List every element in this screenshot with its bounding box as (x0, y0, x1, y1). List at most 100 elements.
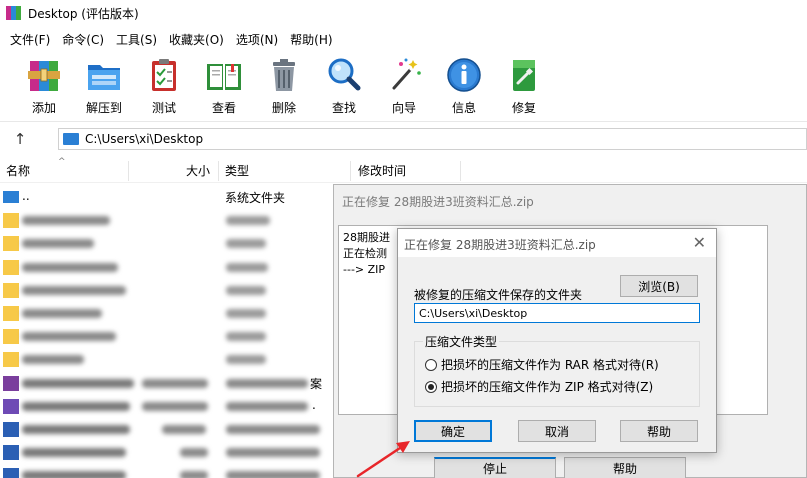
menu-help[interactable]: 帮助(H) (284, 31, 338, 48)
treat-as-rar-option[interactable]: 把损坏的压缩文件作为 RAR 格式对待(R) (425, 356, 659, 373)
repair-options-dialog: 正在修复 28期股进3班资料汇总.zip ✕ 被修复的压缩文件保存的文件夹 浏览… (397, 228, 717, 453)
table-row[interactable] (0, 464, 340, 478)
blurred-file-name (22, 401, 130, 411)
desktop-folder-icon (63, 133, 79, 145)
table-row[interactable]: . (0, 395, 340, 418)
word-file-icon (3, 468, 19, 478)
magnifier-icon (324, 55, 364, 95)
table-row[interactable]: 案 (0, 372, 340, 395)
menu-tools[interactable]: 工具(S) (110, 31, 163, 48)
help-button[interactable]: 帮助 (620, 420, 698, 442)
extract-to-button[interactable]: 解压到 (74, 52, 134, 120)
menu-bar: 文件(F) 命令(C) 工具(S) 收藏夹(O) 选项(N) 帮助(H) (0, 28, 339, 50)
column-modified[interactable]: 修改时间 (358, 162, 406, 179)
wizard-wand-icon (384, 55, 424, 95)
blurred-file-type (226, 401, 308, 411)
table-row[interactable] (0, 348, 340, 371)
table-row[interactable] (0, 325, 340, 348)
column-type[interactable]: 类型 (225, 162, 249, 179)
view-label: 查看 (211, 101, 236, 115)
treat-as-zip-label: 把损坏的压缩文件作为 ZIP 格式对待(Z) (441, 380, 654, 394)
test-button[interactable]: 测试 (134, 52, 194, 120)
document-file-icon (3, 398, 19, 414)
close-icon[interactable]: ✕ (693, 233, 706, 252)
menu-file[interactable]: 文件(F) (4, 31, 56, 48)
blurred-file-type (226, 262, 268, 272)
blurred-file-name (22, 424, 130, 434)
cancel-button[interactable]: 取消 (518, 420, 596, 442)
find-button[interactable]: 查找 (314, 52, 374, 120)
bg-help-button[interactable]: 帮助 (564, 457, 686, 478)
archive-file-icon (3, 375, 19, 391)
table-row[interactable] (0, 279, 340, 302)
ok-button[interactable]: 确定 (414, 420, 492, 442)
menu-commands[interactable]: 命令(C) (56, 31, 110, 48)
blurred-file-name (22, 262, 118, 272)
blurred-file-type (226, 448, 320, 458)
blurred-file-type (226, 355, 266, 365)
blurred-file-name (22, 355, 84, 365)
address-path: C:\Users\xi\Desktop (85, 132, 204, 146)
blurred-file-name (22, 239, 94, 249)
blurred-file-name (22, 332, 116, 342)
blurred-file-size (162, 424, 206, 434)
dialog-titlebar: 正在修复 28期股进3班资料汇总.zip ✕ (398, 229, 716, 257)
word-file-icon (3, 421, 19, 437)
view-button[interactable]: 查看 (194, 52, 254, 120)
add-archive-icon (24, 55, 64, 95)
header-divider[interactable] (128, 161, 129, 181)
blurred-file-type (226, 285, 266, 295)
menu-favorites[interactable]: 收藏夹(O) (163, 31, 230, 48)
stop-button[interactable]: 停止 (434, 457, 556, 478)
blurred-file-type (226, 216, 270, 226)
menu-options[interactable]: 选项(N) (230, 31, 284, 48)
up-arrow-icon[interactable]: ↑ (0, 130, 40, 148)
repair-progress-title: 正在修复 28期股进3班资料汇总.zip (342, 195, 534, 209)
column-size[interactable]: 大小 (186, 162, 210, 179)
column-name[interactable]: 名称 (6, 162, 30, 179)
table-row[interactable] (0, 256, 340, 279)
treat-as-zip-option[interactable]: 把损坏的压缩文件作为 ZIP 格式对待(Z) (425, 378, 653, 395)
repair-kit-icon (504, 55, 544, 95)
table-row[interactable] (0, 418, 340, 441)
add-button[interactable]: 添加 (14, 52, 74, 120)
table-row[interactable]: .. 系统文件夹 (0, 186, 340, 209)
radio-zip[interactable] (425, 380, 437, 393)
blurred-file-type (226, 239, 266, 249)
blurred-file-size (180, 471, 208, 478)
address-bar: ↑ C:\Users\xi\Desktop (0, 126, 807, 152)
table-row[interactable] (0, 302, 340, 325)
find-label: 查找 (331, 101, 356, 115)
table-row[interactable] (0, 232, 340, 255)
winrar-app-icon (6, 5, 22, 21)
folder-up-icon (3, 191, 19, 203)
header-divider[interactable] (350, 161, 351, 181)
header-divider[interactable] (218, 161, 219, 181)
repair-label: 修复 (511, 101, 536, 115)
info-icon (444, 55, 484, 95)
folder-icon (3, 305, 19, 321)
header-divider[interactable] (460, 161, 461, 181)
save-folder-input[interactable]: C:\Users\xi\Desktop (414, 303, 700, 323)
table-row[interactable] (0, 441, 340, 464)
blurred-file-name (22, 285, 126, 295)
file-name: .. (22, 189, 30, 203)
radio-rar[interactable] (425, 358, 437, 371)
treat-as-rar-label: 把损坏的压缩文件作为 RAR 格式对待(R) (441, 358, 659, 372)
browse-button[interactable]: 浏览(B) (620, 275, 698, 297)
file-list-header: 名称 ^ 大小 类型 修改时间 (0, 157, 807, 183)
save-folder-label: 被修复的压缩文件保存的文件夹 (414, 288, 583, 302)
info-button[interactable]: 信息 (434, 52, 494, 120)
archive-type-group: 压缩文件类型 把损坏的压缩文件作为 RAR 格式对待(R) 把损坏的压缩文件作为… (414, 333, 700, 407)
file-type-tail: . (312, 397, 316, 412)
delete-button[interactable]: 删除 (254, 52, 314, 120)
blurred-file-name (22, 471, 126, 478)
blurred-file-name (22, 216, 110, 226)
blurred-file-type (226, 471, 320, 478)
address-field[interactable]: C:\Users\xi\Desktop (58, 128, 807, 150)
repair-button[interactable]: 修复 (494, 52, 554, 120)
wizard-label: 向导 (391, 101, 416, 115)
table-row[interactable] (0, 209, 340, 232)
extract-folder-icon (84, 55, 124, 95)
wizard-button[interactable]: 向导 (374, 52, 434, 120)
